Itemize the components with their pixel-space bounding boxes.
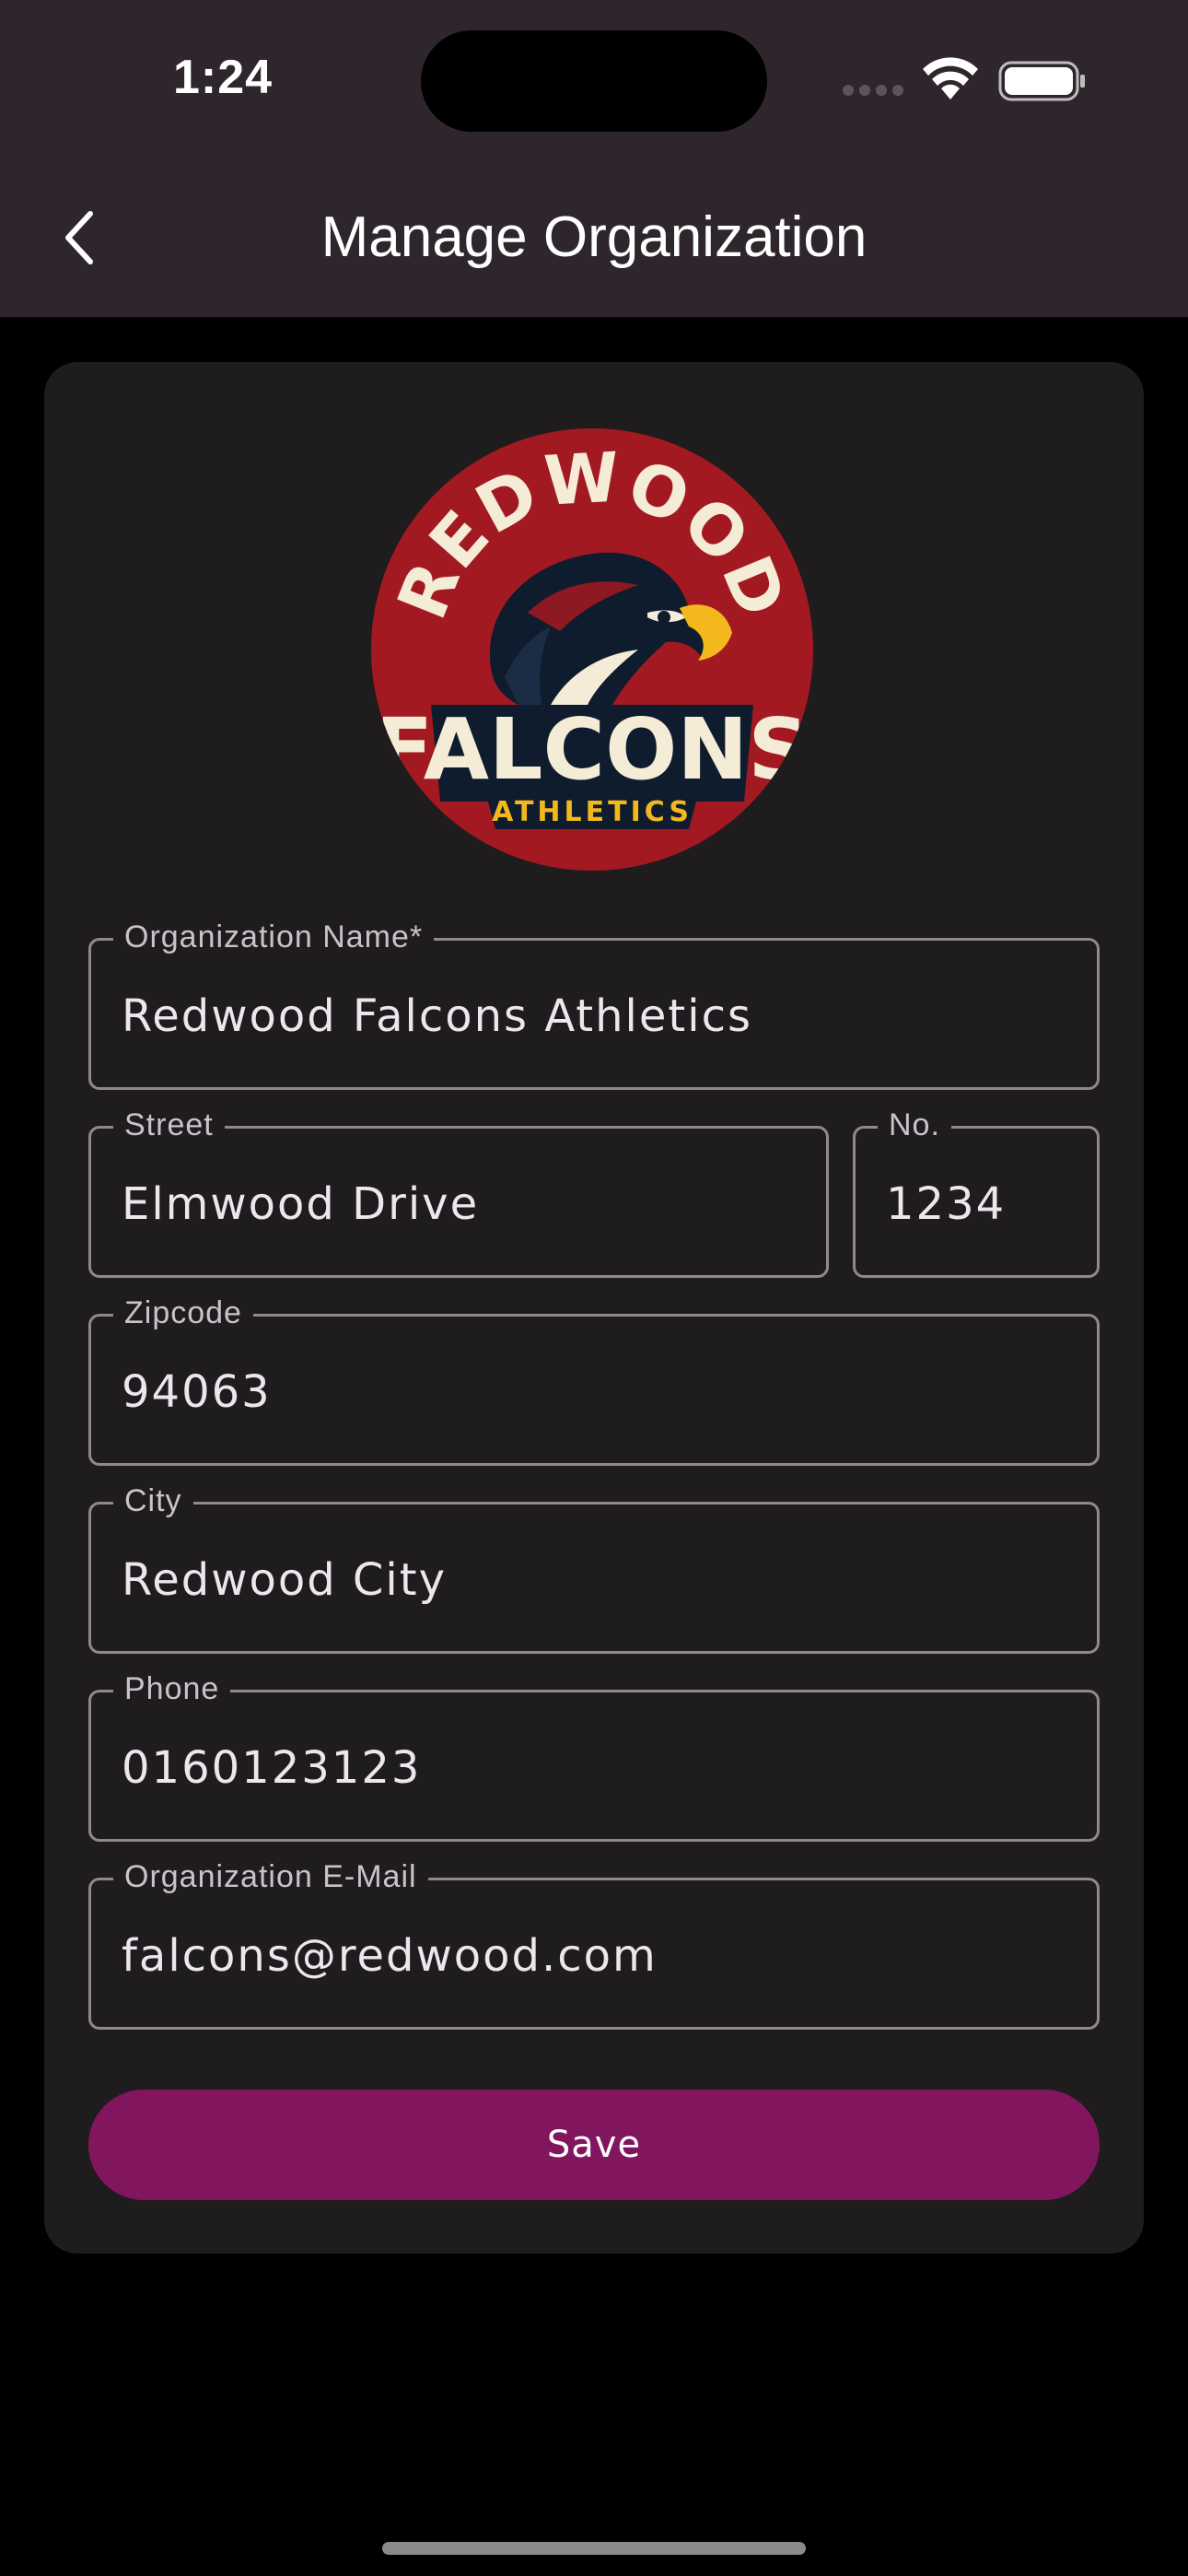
zipcode-field[interactable]: Zipcode — [88, 1293, 1100, 1466]
organization-card: REDWOOD FALCONS ATHLETICS Organization N… — [44, 362, 1144, 2254]
battery-icon — [998, 61, 1087, 105]
email-field[interactable]: Organization E-Mail — [88, 1856, 1100, 2030]
street-number-label: No. — [878, 1105, 951, 1145]
city-input[interactable] — [122, 1552, 1078, 1608]
organization-name-field[interactable]: Organization Name* — [88, 917, 1100, 1090]
phone-field[interactable]: Phone — [88, 1669, 1100, 1842]
organization-name-input[interactable] — [122, 989, 1078, 1044]
city-field[interactable]: City — [88, 1481, 1100, 1654]
home-indicator[interactable] — [382, 2542, 806, 2555]
zipcode-input[interactable] — [122, 1364, 1078, 1420]
city-label: City — [113, 1481, 193, 1521]
email-input[interactable] — [122, 1928, 1078, 1984]
street-number-field[interactable]: No. — [853, 1105, 1100, 1278]
street-label: Street — [113, 1105, 225, 1145]
street-input[interactable] — [122, 1177, 808, 1232]
phone-input[interactable] — [122, 1740, 1078, 1796]
wifi-icon — [921, 57, 980, 105]
status-bar: 1:24 — [0, 0, 1188, 158]
save-button[interactable]: Save — [88, 2090, 1100, 2200]
logo-main-text: FALCONS — [375, 700, 809, 799]
status-time: 1:24 — [173, 51, 274, 104]
cellular-signal-icon — [843, 83, 907, 101]
page-title: Manage Organization — [320, 205, 868, 269]
email-label: Organization E-Mail — [113, 1856, 428, 1897]
navigation-bar: Manage Organization — [0, 158, 1188, 317]
organization-name-label: Organization Name* — [113, 917, 435, 957]
dynamic-island — [421, 30, 767, 132]
zipcode-label: Zipcode — [113, 1293, 253, 1333]
logo-sub-text: ATHLETICS — [492, 796, 693, 828]
phone-label: Phone — [113, 1669, 231, 1709]
street-field[interactable]: Street — [88, 1105, 829, 1278]
organization-logo[interactable]: REDWOOD FALCONS ATHLETICS — [371, 428, 813, 871]
street-number-input[interactable] — [886, 1177, 1078, 1232]
